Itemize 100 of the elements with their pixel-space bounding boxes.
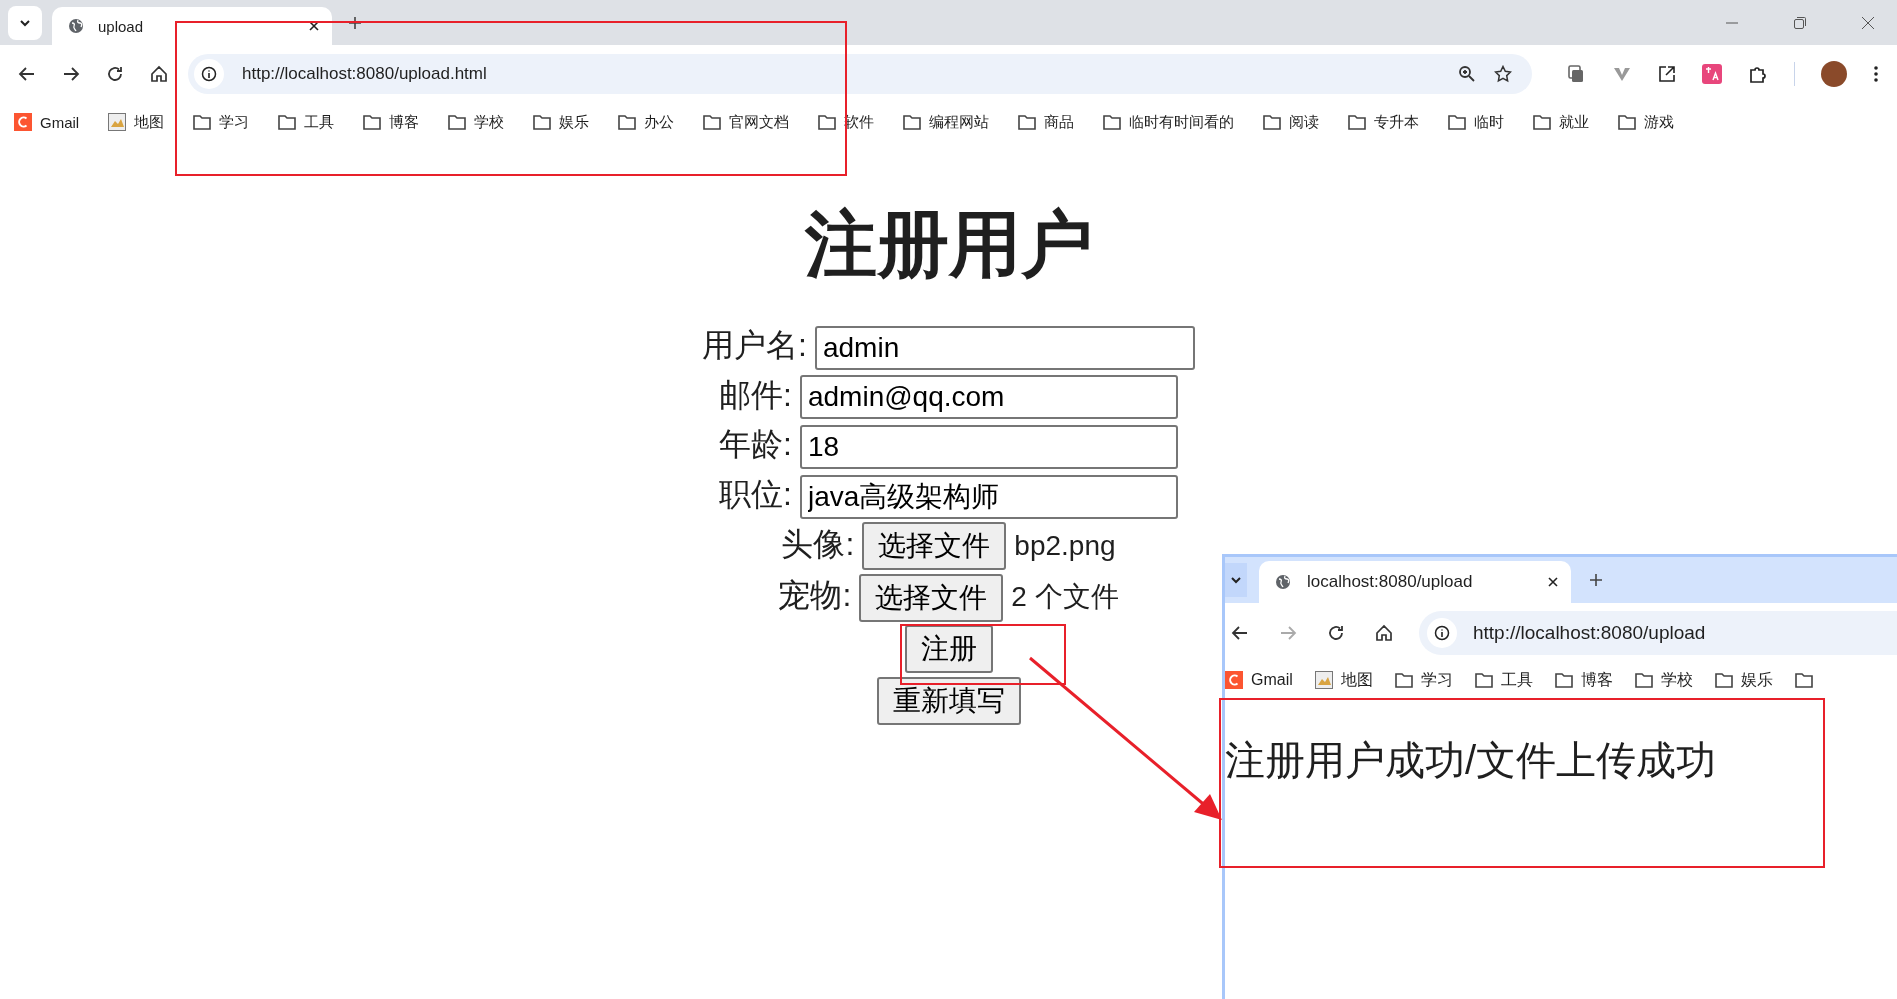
globe-icon	[68, 18, 84, 34]
new-tab-icon[interactable]	[348, 15, 362, 30]
info-icon[interactable]	[201, 66, 217, 82]
cat-picture-icon	[1314, 671, 1333, 689]
bookmark[interactable]	[1794, 672, 1813, 688]
folder-icon	[618, 114, 637, 130]
bookmark[interactable]: 学校	[1634, 669, 1693, 691]
url-text: http://localhost:8080/upload	[1473, 622, 1706, 644]
restore-icon[interactable]	[1793, 15, 1807, 30]
url-text: http://localhost:8080/upload.html	[242, 64, 487, 84]
folder-icon	[533, 114, 552, 130]
form-button[interactable]: 重新填写	[876, 676, 1021, 725]
address-bar[interactable]: http://localhost:8080/upload.html	[188, 54, 1532, 94]
reload-icon[interactable]	[1327, 624, 1345, 642]
copy-icon[interactable]	[1566, 64, 1586, 84]
c-logo-icon	[14, 113, 32, 131]
folder-icon	[1263, 114, 1282, 130]
bookmark[interactable]: Gmail	[14, 113, 80, 131]
folder-icon	[1018, 114, 1037, 130]
field-label: 职位:	[719, 476, 792, 513]
bookmark[interactable]: 博客	[363, 112, 420, 132]
back-icon[interactable]	[18, 65, 36, 83]
cat-picture-icon	[108, 113, 127, 131]
folder-icon	[193, 114, 212, 130]
field-label: 邮件:	[719, 376, 792, 413]
bookmark[interactable]: 学习	[193, 112, 250, 132]
field-label: 年龄:	[719, 426, 792, 463]
file-status: bp2.png	[1014, 529, 1116, 561]
translate-icon[interactable]	[1702, 64, 1722, 84]
folder-icon	[818, 114, 837, 130]
bookmark[interactable]: 商品	[1018, 112, 1075, 132]
bookmark[interactable]: 临时有时间看的	[1103, 112, 1235, 132]
folder-icon	[1634, 672, 1653, 688]
bookmark[interactable]: 学校	[448, 112, 505, 132]
bookmark[interactable]: 阅读	[1263, 112, 1320, 132]
folder-icon	[1794, 672, 1813, 688]
tab-title: upload	[98, 17, 145, 35]
bookmark[interactable]: 娱乐	[1714, 669, 1773, 691]
home-icon[interactable]	[1375, 624, 1393, 642]
bookmark[interactable]: 工具	[278, 112, 335, 132]
bookmark[interactable]: 临时	[1448, 112, 1505, 132]
success-message: 注册用户成功/文件上传成功	[1225, 737, 1717, 784]
back-icon[interactable]	[1231, 624, 1249, 642]
folder-icon	[703, 114, 722, 130]
zoom-in-icon[interactable]	[1458, 65, 1476, 83]
file-status: 2 个文件	[1011, 581, 1119, 613]
info-icon[interactable]	[1434, 625, 1450, 641]
choose-file-button[interactable]: 选择文件	[862, 522, 1007, 571]
puzzle-icon[interactable]	[1748, 64, 1768, 84]
text-field[interactable]: admin	[814, 325, 1195, 370]
bookmark[interactable]: Gmail	[1225, 671, 1293, 689]
choose-file-button[interactable]: 选择文件	[859, 573, 1004, 622]
folder-icon	[1448, 114, 1467, 130]
tab-title: localhost:8080/upload	[1307, 572, 1474, 592]
close-icon[interactable]	[1547, 576, 1559, 588]
folder-icon	[1103, 114, 1122, 130]
bookmark[interactable]: 就业	[1533, 112, 1590, 132]
folder-icon	[1618, 114, 1637, 130]
folder-icon	[1394, 672, 1413, 688]
bookmark[interactable]: 工具	[1474, 669, 1533, 691]
bookmark[interactable]: 专升本	[1348, 112, 1420, 132]
bookmark[interactable]: 地图	[108, 112, 165, 132]
forward-icon[interactable]	[62, 65, 80, 83]
text-field[interactable]: java高级架构师	[799, 474, 1178, 519]
field-label: 宠物:	[778, 577, 852, 614]
globe-icon	[1275, 574, 1291, 590]
folder-icon	[1714, 672, 1733, 688]
browser-tab[interactable]: upload	[52, 7, 332, 45]
star-icon[interactable]	[1494, 65, 1512, 83]
new-tab-icon[interactable]	[1589, 573, 1603, 587]
bookmark[interactable]: 官网文档	[703, 112, 790, 132]
folder-icon	[363, 114, 382, 130]
browser-tab[interactable]: localhost:8080/upload	[1259, 561, 1571, 603]
field-label: 头像:	[781, 525, 855, 562]
folder-icon	[448, 114, 467, 130]
more-icon[interactable]	[1873, 64, 1879, 84]
home-icon[interactable]	[150, 65, 168, 83]
bookmark[interactable]: 游戏	[1618, 112, 1675, 132]
reload-icon[interactable]	[106, 65, 124, 83]
form-button[interactable]: 注册	[904, 625, 993, 674]
page-heading: 注册用户	[803, 203, 1094, 286]
folder-icon	[903, 114, 922, 130]
folder-icon	[1474, 672, 1493, 688]
avatar-icon[interactable]	[1821, 61, 1847, 87]
bookmark[interactable]: 学习	[1394, 669, 1453, 691]
c-logo-icon	[1225, 671, 1243, 689]
folder-icon	[278, 114, 297, 130]
close-icon[interactable]	[308, 20, 320, 32]
external-link-icon[interactable]	[1658, 65, 1676, 83]
field-label: 用户名:	[702, 327, 807, 364]
bookmark[interactable]: 编程网站	[903, 112, 990, 132]
text-field[interactable]: admin@qq.com	[799, 375, 1178, 420]
address-bar[interactable]: http://localhost:8080/upload	[1419, 611, 1897, 655]
bookmark[interactable]: 办公	[618, 112, 675, 132]
folder-icon	[1554, 672, 1573, 688]
bookmark[interactable]: 娱乐	[533, 112, 590, 132]
tab-search-button[interactable]	[1225, 563, 1247, 597]
bookmark[interactable]: 地图	[1314, 669, 1373, 691]
bookmark[interactable]: 博客	[1554, 669, 1613, 691]
text-field[interactable]: 18	[799, 425, 1178, 470]
